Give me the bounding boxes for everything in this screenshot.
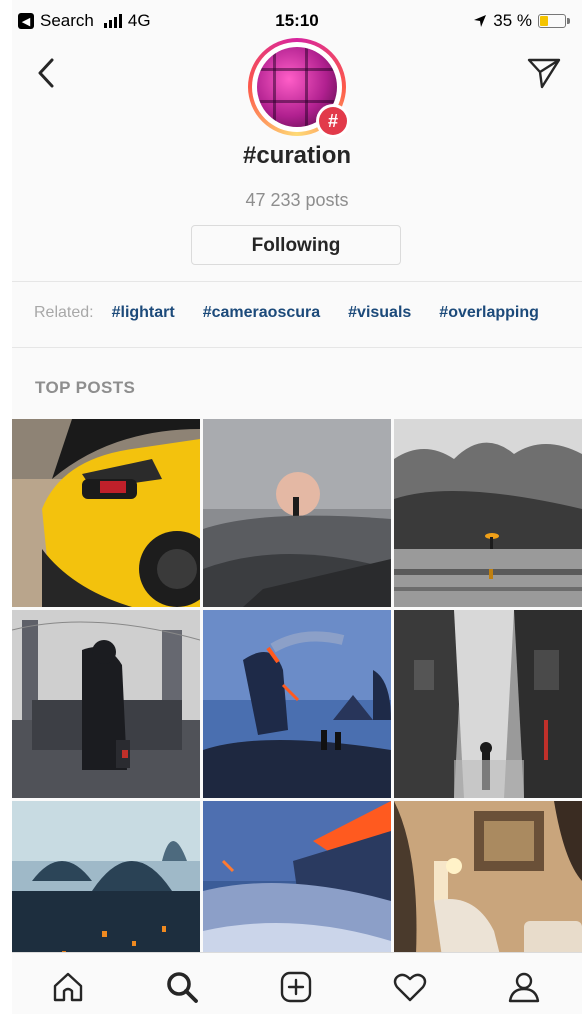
location-arrow-icon: [474, 15, 487, 27]
related-tag[interactable]: #visuals: [348, 304, 411, 322]
related-tag[interactable]: #lightart: [112, 304, 175, 322]
related-label: Related:: [34, 304, 94, 321]
hashtag-badge: #: [316, 104, 350, 138]
search-icon[interactable]: [164, 969, 200, 1005]
status-right: 35 %: [473, 11, 570, 31]
post-thumbnail[interactable]: [203, 419, 391, 607]
post-thumbnail[interactable]: [394, 419, 582, 607]
hashtag-badge-icon: #: [319, 107, 347, 135]
home-icon[interactable]: [50, 969, 86, 1005]
divider: [12, 347, 582, 348]
hashtag-page: ◀ Search 4G 15:10 35 % # #curation 47 23…: [12, 0, 582, 1014]
back-chevron-icon[interactable]: [32, 56, 60, 90]
add-post-icon[interactable]: [278, 969, 314, 1005]
battery-percent: 35 %: [493, 11, 532, 30]
activity-heart-icon[interactable]: [392, 969, 428, 1005]
divider: [12, 281, 582, 282]
hashtag-avatar: #: [248, 38, 350, 138]
related-tag[interactable]: #overlapping: [439, 304, 539, 322]
profile-icon[interactable]: [506, 969, 542, 1005]
section-title: TOP POSTS: [35, 378, 136, 397]
post-thumbnail[interactable]: [394, 610, 582, 798]
battery-fill: [540, 16, 548, 26]
post-thumbnail[interactable]: [203, 610, 391, 798]
post-thumbnail[interactable]: [12, 419, 200, 607]
send-direct-icon[interactable]: [526, 54, 562, 90]
tab-bar: [12, 952, 582, 1014]
page-title: #curation: [242, 142, 352, 169]
following-button[interactable]: Following: [191, 225, 401, 265]
posts-count: 47 233 posts: [245, 190, 349, 210]
related-tag[interactable]: #cameraoscura: [203, 304, 320, 322]
related-tags-row[interactable]: Related: #lightart #cameraoscura #visual…: [34, 304, 567, 322]
battery-icon: [538, 14, 570, 28]
post-thumbnail[interactable]: [12, 610, 200, 798]
